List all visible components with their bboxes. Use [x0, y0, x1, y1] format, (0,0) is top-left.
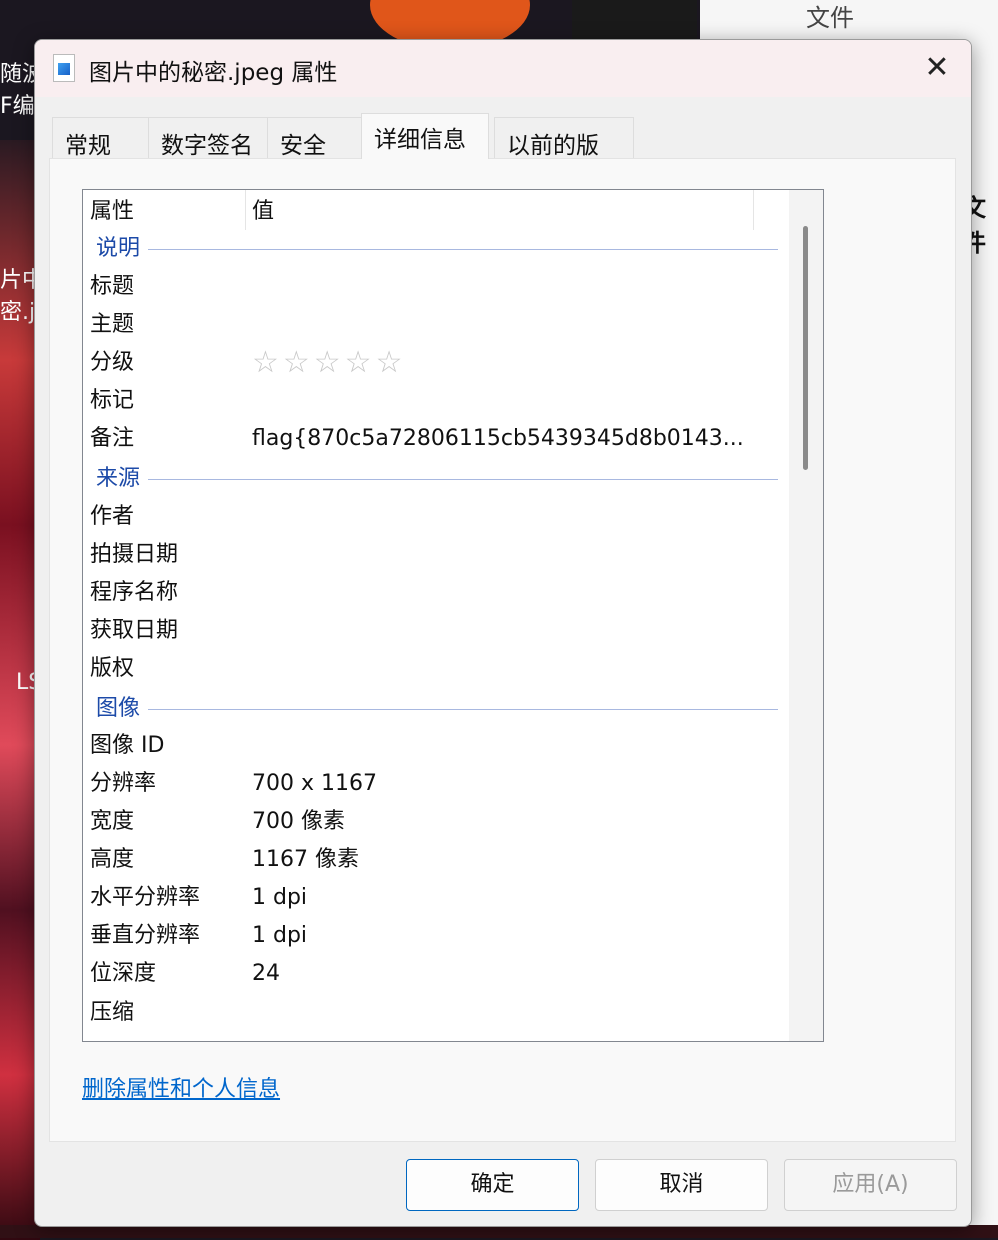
list-item[interactable]: 拍摄日期 [90, 536, 178, 574]
close-button[interactable]: ✕ [919, 50, 955, 86]
list-item[interactable]: 备注 flag{870c5a72806115cb5439345d8b0143... [90, 420, 744, 458]
property-value: 1 dpi [252, 923, 308, 948]
tab-previous-versions[interactable]: 以前的版本 [494, 117, 634, 193]
property-label: 压缩 [90, 1000, 135, 1025]
remove-properties-link[interactable]: 删除属性和个人信息 [82, 1071, 280, 1103]
property-label: 宽度 [90, 809, 135, 834]
cancel-button[interactable]: 取消 [595, 1159, 768, 1211]
property-label: 主题 [90, 312, 135, 337]
column-divider[interactable] [753, 190, 754, 230]
property-value: 24 [252, 961, 280, 986]
property-label: 拍摄日期 [90, 542, 179, 567]
property-label: 垂直分辨率 [90, 923, 201, 948]
desktop-icon-label[interactable]: F编 [0, 88, 35, 120]
list-item[interactable]: 分级 ☆☆☆☆☆ [90, 344, 402, 382]
list-item[interactable]: 标记 [90, 382, 134, 420]
column-header-property[interactable]: 属性 [90, 199, 134, 224]
property-label: 高度 [90, 847, 135, 872]
group-origin: 来源 [96, 460, 778, 498]
property-value: 700 像素 [252, 809, 345, 834]
property-value: 700 x 1167 [252, 771, 377, 796]
column-header-value[interactable]: 值 [252, 193, 274, 231]
list-item[interactable]: 标题 [90, 268, 134, 306]
property-label: 作者 [90, 504, 135, 529]
property-label: 水平分辨率 [90, 885, 201, 910]
background-window [572, 0, 697, 40]
properties-dialog: 图片中的秘密.jpeg 属性 ✕ 常规 数字签名 安全 以前的版本 属性 值 说… [34, 39, 972, 1227]
title-bar[interactable]: 图片中的秘密.jpeg 属性 ✕ [35, 40, 971, 97]
property-label: 分级 [90, 350, 135, 375]
list-item[interactable]: 版权 [90, 650, 134, 688]
list-item[interactable]: 位深度 24 [90, 955, 280, 993]
property-label: 获取日期 [90, 618, 179, 643]
column-divider[interactable] [245, 190, 246, 230]
group-image: 图像 [96, 690, 778, 728]
list-item[interactable]: 图像 ID [90, 727, 164, 765]
tab-details[interactable]: 详细信息 [361, 113, 489, 159]
property-label: 标题 [90, 274, 135, 299]
list-item[interactable]: 垂直分辨率 1 dpi [90, 917, 307, 955]
desktop-icon-label[interactable]: 密.j [0, 294, 35, 326]
tab-general[interactable]: 常规 [52, 117, 149, 159]
list-item[interactable]: 主题 [90, 306, 134, 344]
list-item[interactable]: 程序名称 [90, 574, 178, 612]
group-description: 说明 [96, 230, 778, 268]
group-label: 说明 [96, 236, 141, 261]
dialog-title: 图片中的秘密.jpeg 属性 [89, 60, 338, 86]
list-item[interactable]: 作者 [90, 498, 134, 536]
vertical-scrollbar[interactable] [789, 190, 823, 1041]
property-value: flag{870c5a72806115cb5439345d8b0143... [252, 426, 744, 451]
tab-digital-signatures[interactable]: 数字签名 [148, 117, 268, 159]
property-label: 程序名称 [90, 580, 179, 605]
list-item[interactable]: 分辨率 700 x 1167 [90, 765, 377, 803]
list-item[interactable]: 高度 1167 像素 [90, 841, 359, 879]
list-item[interactable]: 获取日期 [90, 612, 178, 650]
group-label: 来源 [96, 466, 141, 491]
list-header: 属性 值 [90, 193, 274, 231]
property-label: 分辨率 [90, 771, 157, 796]
property-list[interactable]: 属性 值 说明 标题 主题 分级 ☆☆☆☆☆ 标记 备注 flag{870c5a72… [82, 189, 824, 1042]
property-value: 1 dpi [252, 885, 308, 910]
list-item[interactable]: 水平分辨率 1 dpi [90, 879, 307, 917]
property-label: 位深度 [90, 961, 157, 986]
list-item[interactable]: 宽度 700 像素 [90, 803, 345, 841]
scrollbar-thumb[interactable] [803, 226, 808, 470]
ok-button[interactable]: 确定 [406, 1159, 579, 1211]
details-panel: 属性 值 说明 标题 主题 分级 ☆☆☆☆☆ 标记 备注 flag{870c5a72… [49, 158, 956, 1142]
tab-security[interactable]: 安全 [267, 117, 362, 159]
group-label: 图像 [96, 696, 141, 721]
background-label: 文件 [806, 4, 854, 32]
property-label: 版权 [90, 656, 135, 681]
apply-button[interactable]: 应用(A) [784, 1159, 957, 1211]
rating-stars[interactable]: ☆☆☆☆☆ [252, 344, 406, 382]
property-value: 1167 像素 [252, 847, 359, 872]
list-item[interactable]: 压缩 [90, 994, 134, 1032]
property-label: 图像 ID [90, 733, 165, 758]
property-label: 标记 [90, 388, 135, 413]
property-label: 备注 [90, 426, 135, 451]
image-file-icon [53, 54, 75, 82]
